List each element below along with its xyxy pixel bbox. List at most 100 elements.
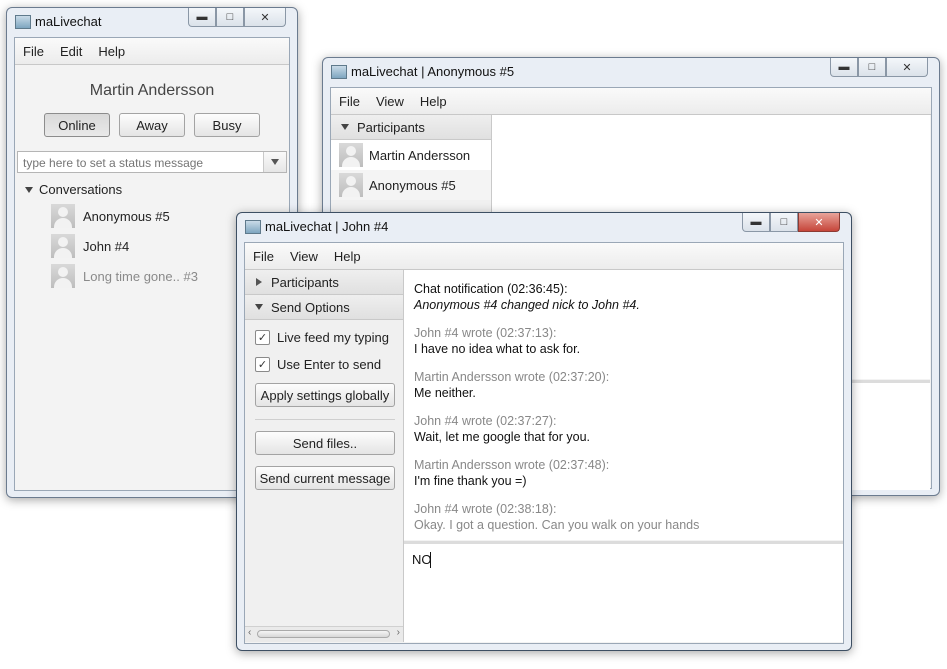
- minimize-icon[interactable]: ▬: [830, 58, 858, 77]
- conversations-label: Conversations: [39, 182, 123, 197]
- title-bar[interactable]: maLivechat | John #4 ▬ □ ✕: [237, 213, 851, 241]
- expand-icon: [255, 304, 263, 310]
- close-icon[interactable]: ✕: [886, 58, 928, 77]
- chat-window-john: maLivechat | John #4 ▬ □ ✕ File View Hel…: [236, 212, 852, 651]
- title-bar[interactable]: maLivechat ▬ □ ✕: [7, 8, 297, 36]
- checkmark-icon[interactable]: ✓: [255, 357, 270, 372]
- text-cursor: [430, 552, 431, 568]
- menu-file[interactable]: File: [245, 249, 282, 264]
- live-feed-checkbox[interactable]: ✓ Live feed my typing: [255, 330, 389, 345]
- message-block: John #4 wrote (02:38:18): Okay. I got a …: [414, 502, 834, 532]
- conversation-item[interactable]: Anonymous #5: [51, 204, 170, 228]
- menu-file[interactable]: File: [15, 44, 52, 59]
- expand-icon: [25, 186, 33, 193]
- message-block: Chat notification (02:36:45): Anonymous …: [414, 282, 834, 312]
- conversation-item[interactable]: John #4: [51, 234, 129, 258]
- message-block: Martin Andersson wrote (02:37:20): Me ne…: [414, 370, 834, 400]
- menu-file[interactable]: File: [331, 94, 368, 109]
- close-icon[interactable]: ✕: [798, 213, 840, 232]
- conversation-name: Long time gone.. #3: [83, 268, 198, 284]
- menu-view[interactable]: View: [368, 94, 412, 109]
- avatar-icon: [51, 234, 75, 258]
- app-icon: [331, 65, 347, 79]
- avatar-icon: [339, 173, 363, 197]
- participants-label: Participants: [271, 274, 339, 290]
- participants-label: Participants: [357, 119, 425, 135]
- chat-log: Chat notification (02:36:45): Anonymous …: [404, 270, 843, 540]
- menu-view[interactable]: View: [282, 249, 326, 264]
- use-enter-label: Use Enter to send: [277, 357, 382, 372]
- scroll-right-icon[interactable]: ›: [397, 627, 400, 638]
- message-block: John #4 wrote (02:37:13): I have no idea…: [414, 326, 834, 356]
- menu-help[interactable]: Help: [90, 44, 133, 59]
- avatar-icon: [339, 143, 363, 167]
- live-feed-label: Live feed my typing: [277, 330, 390, 345]
- busy-button[interactable]: Busy: [194, 113, 260, 137]
- scroll-left-icon[interactable]: ‹: [248, 627, 251, 638]
- participant-item[interactable]: Martin Andersson: [331, 140, 491, 170]
- user-name: Martin Andersson: [89, 82, 215, 99]
- message-block: John #4 wrote (02:37:27): Wait, let me g…: [414, 414, 834, 444]
- window-title: maLivechat | John #4: [265, 219, 389, 234]
- window-title: maLivechat | Anonymous #5: [351, 64, 515, 79]
- menu-bar: File Edit Help: [15, 38, 289, 65]
- menu-bar: File View Help: [331, 88, 931, 115]
- maximize-icon[interactable]: □: [858, 58, 886, 77]
- conversation-name: John #4: [83, 238, 130, 254]
- divider: [255, 419, 395, 420]
- horizontal-scrollbar[interactable]: ‹ ›: [245, 626, 403, 642]
- message-body: I'm fine thank you =): [414, 474, 527, 488]
- status-message-combo[interactable]: [17, 151, 287, 173]
- avatar-icon: [51, 204, 75, 228]
- title-bar[interactable]: maLivechat | Anonymous #5 ▬ □ ✕: [323, 58, 939, 86]
- message-body: I have no idea what to ask for.: [414, 342, 581, 356]
- expand-icon: [341, 124, 349, 130]
- conversation-item[interactable]: Long time gone.. #3: [51, 264, 198, 288]
- conversations-header[interactable]: Conversations: [25, 182, 122, 197]
- participants-header[interactable]: Participants: [331, 115, 491, 140]
- message-header: John #4 wrote (02:38:18):: [414, 502, 557, 516]
- menu-bar: File View Help: [245, 243, 843, 270]
- checkmark-icon[interactable]: ✓: [255, 330, 270, 345]
- close-icon[interactable]: ✕: [244, 8, 286, 27]
- message-header: John #4 wrote (02:37:27):: [414, 414, 557, 428]
- menu-help[interactable]: Help: [412, 94, 455, 109]
- message-body: Me neither.: [414, 386, 476, 400]
- status-message-input[interactable]: [21, 153, 265, 173]
- message-body: Wait, let me google that for you.: [414, 430, 591, 444]
- dropdown-arrow-icon[interactable]: [263, 152, 286, 172]
- chat-client: File View Help Participants Send Options…: [244, 242, 844, 644]
- message-body: Okay. I got a question. Can you walk on …: [414, 518, 700, 532]
- apply-globally-button[interactable]: Apply settings globally: [255, 383, 395, 407]
- minimize-icon[interactable]: ▬: [188, 8, 216, 27]
- message-header: Martin Andersson wrote (02:37:20):: [414, 370, 610, 384]
- participant-item[interactable]: Anonymous #5: [331, 170, 491, 200]
- app-icon: [15, 15, 31, 29]
- use-enter-checkbox[interactable]: ✓ Use Enter to send: [255, 357, 381, 372]
- send-current-message-button[interactable]: Send current message: [255, 466, 395, 490]
- participants-header[interactable]: Participants: [245, 270, 403, 295]
- minimize-icon[interactable]: ▬: [742, 213, 770, 232]
- online-button[interactable]: Online: [44, 113, 110, 137]
- avatar-icon: [51, 264, 75, 288]
- message-header: Martin Andersson wrote (02:37:48):: [414, 458, 610, 472]
- message-block: Martin Andersson wrote (02:37:48): I'm f…: [414, 458, 834, 488]
- message-body: Anonymous #4 changed nick to John #4.: [414, 298, 640, 312]
- conversation-name: Anonymous #5: [83, 208, 170, 224]
- message-header: John #4 wrote (02:37:13):: [414, 326, 557, 340]
- collapse-icon: [256, 278, 262, 286]
- message-input[interactable]: NO: [404, 541, 843, 642]
- participant-name: Martin Andersson: [369, 147, 471, 163]
- participant-name: Anonymous #5: [369, 177, 456, 193]
- maximize-icon[interactable]: □: [770, 213, 798, 232]
- away-button[interactable]: Away: [119, 113, 185, 137]
- menu-edit[interactable]: Edit: [52, 44, 90, 59]
- menu-help[interactable]: Help: [326, 249, 369, 264]
- send-options-header[interactable]: Send Options: [245, 295, 403, 320]
- scrollbar-thumb[interactable]: [257, 630, 390, 638]
- message-header: Chat notification (02:36:45):: [414, 282, 568, 296]
- send-files-button[interactable]: Send files..: [255, 431, 395, 455]
- message-input-text[interactable]: NO: [412, 552, 432, 567]
- app-icon: [245, 220, 261, 234]
- maximize-icon[interactable]: □: [216, 8, 244, 27]
